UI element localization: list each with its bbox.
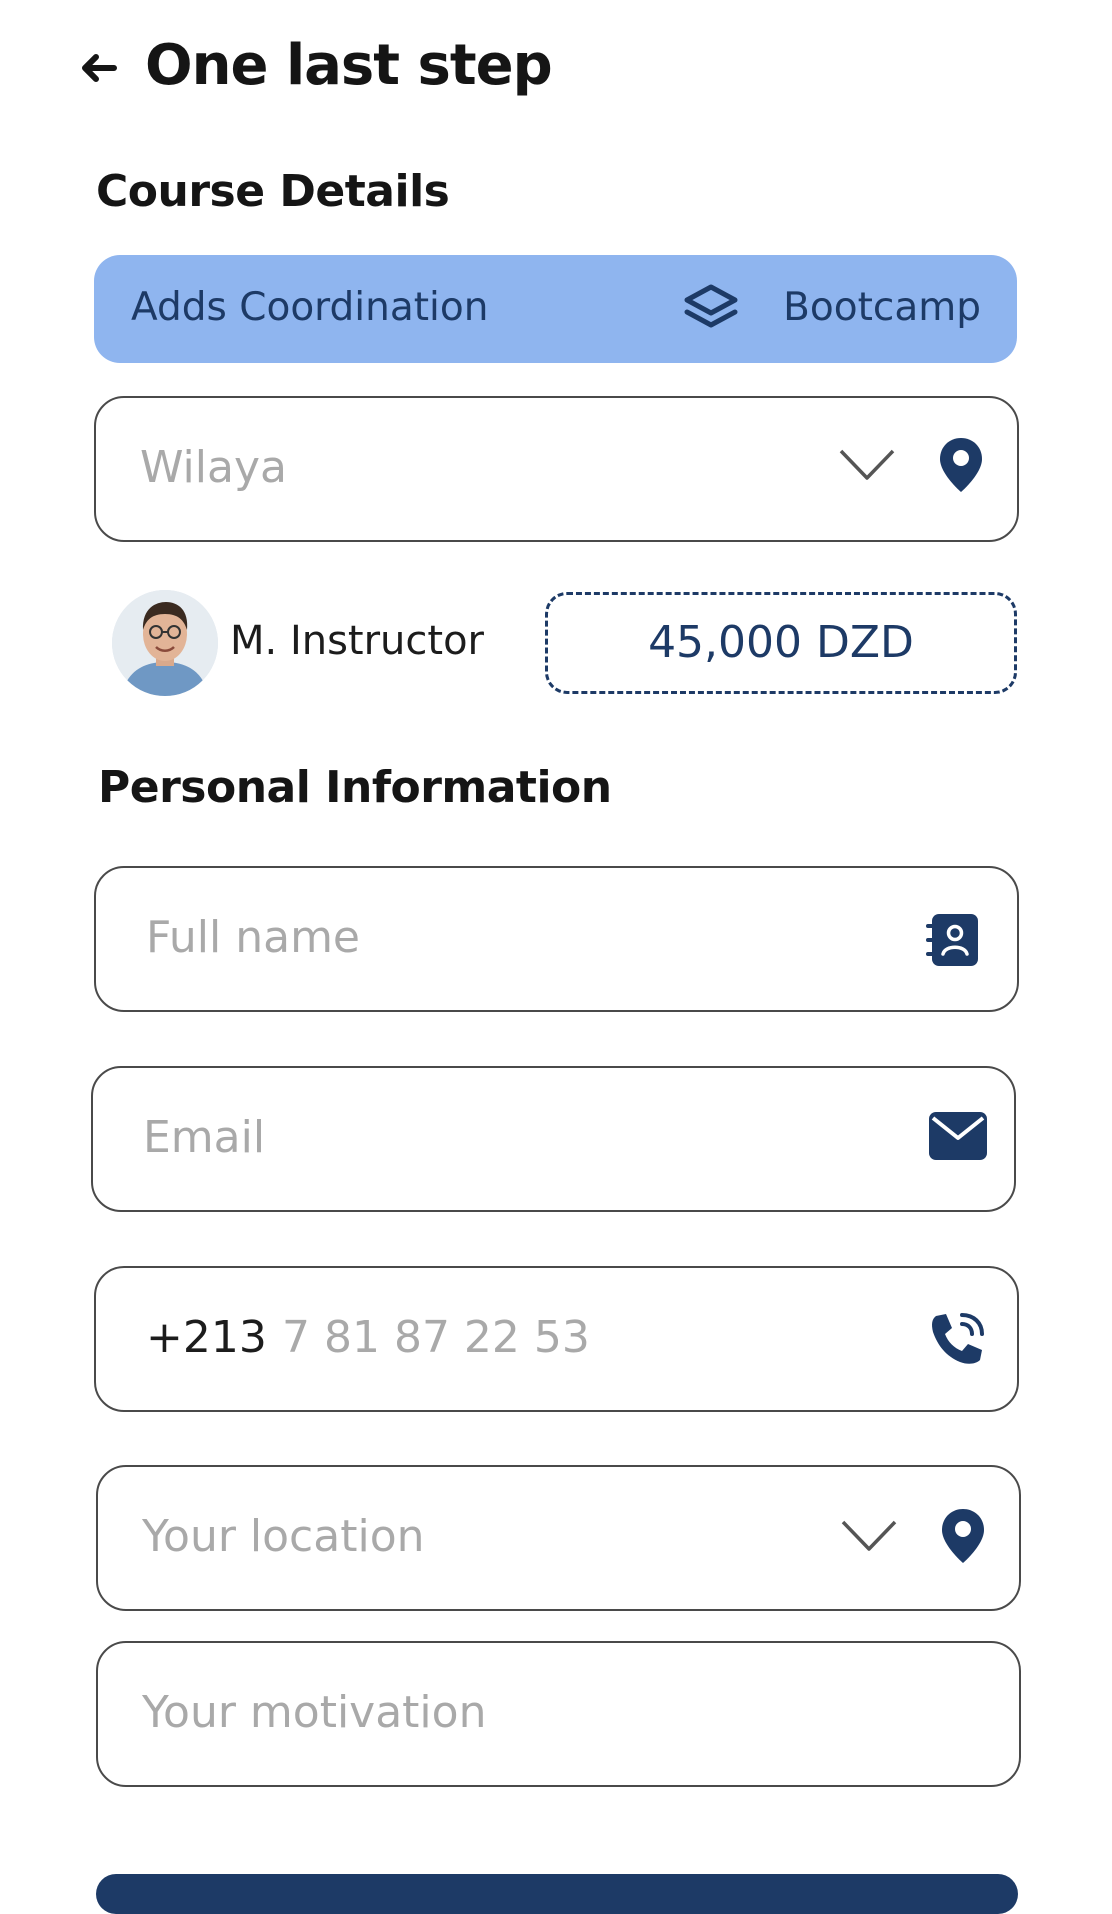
layers-icon [684, 284, 738, 328]
mail-icon [929, 1112, 987, 1160]
back-arrow-icon[interactable] [78, 48, 118, 88]
chevron-down-icon[interactable] [840, 1519, 898, 1553]
location-select[interactable]: Your location [96, 1465, 1021, 1611]
email-field[interactable]: Email [91, 1066, 1016, 1212]
price-badge: 45,000 DZD [545, 592, 1017, 694]
chevron-down-icon[interactable] [838, 448, 896, 482]
personal-info-heading: Personal Information [98, 762, 612, 813]
instructor-avatar [112, 590, 218, 696]
wilaya-select[interactable]: Wilaya [94, 396, 1019, 542]
location-placeholder: Your location [142, 1511, 425, 1562]
location-pin-icon [942, 1509, 984, 1563]
page-title: One last step [145, 33, 553, 98]
course-summary-bar: Adds Coordination Bootcamp [94, 255, 1017, 363]
submit-button[interactable] [96, 1874, 1018, 1914]
course-name: Adds Coordination [131, 285, 489, 330]
contact-book-icon [926, 914, 978, 966]
full-name-placeholder: Full name [146, 912, 361, 963]
phone-country-code[interactable]: +213 [146, 1312, 267, 1363]
phone-placeholder: 7 81 87 22 53 [282, 1312, 590, 1363]
location-pin-icon [940, 438, 982, 492]
phone-call-icon [932, 1313, 984, 1364]
email-placeholder: Email [143, 1112, 266, 1163]
phone-field[interactable]: +213 7 81 87 22 53 [94, 1266, 1019, 1412]
course-type: Bootcamp [783, 285, 981, 330]
wilaya-placeholder: Wilaya [140, 442, 287, 493]
motivation-placeholder: Your motivation [142, 1687, 487, 1738]
course-details-heading: Course Details [96, 166, 450, 217]
full-name-field[interactable]: Full name [94, 866, 1019, 1012]
instructor-name: M. Instructor [230, 618, 485, 664]
motivation-field[interactable]: Your motivation [96, 1641, 1021, 1787]
